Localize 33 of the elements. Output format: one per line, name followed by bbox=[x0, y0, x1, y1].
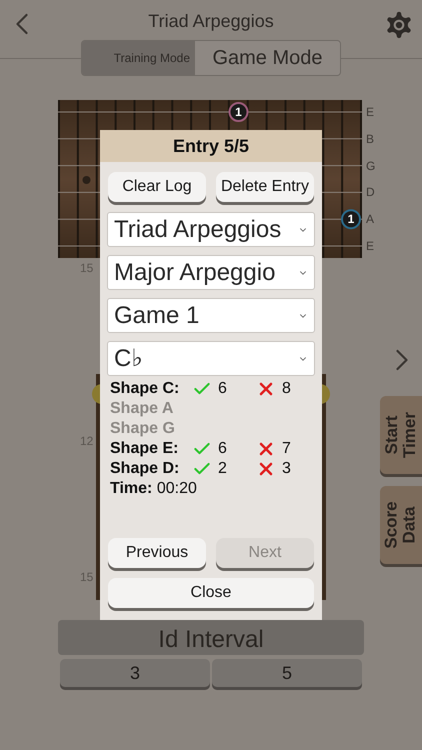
string-label: B bbox=[366, 130, 376, 147]
string-label: E bbox=[366, 104, 376, 120]
nav-button[interactable]: Previous bbox=[108, 538, 206, 568]
dialog-button[interactable]: Clear Log bbox=[108, 172, 206, 202]
select-field[interactable]: Triad Arpeggios bbox=[107, 212, 315, 247]
select-field[interactable]: Major Arpeggio bbox=[107, 255, 315, 290]
time-text: Time: 00:20 bbox=[110, 479, 198, 499]
correct-count: 6 bbox=[218, 379, 228, 399]
correct-count: 2 bbox=[218, 459, 228, 479]
string-label: A bbox=[366, 211, 376, 228]
shape-label: Shape C: bbox=[110, 379, 180, 399]
dialog-button[interactable]: Delete Entry bbox=[216, 172, 314, 202]
answer-button[interactable]: 5 bbox=[212, 659, 362, 687]
mode-tab[interactable]: Game Mode bbox=[194, 41, 340, 75]
string-label: G bbox=[366, 158, 376, 174]
prompt-bar: Id Interval bbox=[58, 620, 364, 655]
shape-label: Shape E: bbox=[110, 439, 180, 459]
correct-count: 6 bbox=[218, 439, 228, 459]
wrong-count: 7 bbox=[282, 439, 291, 459]
answer-button[interactable]: 3 bbox=[60, 659, 210, 687]
note-marker: 1 bbox=[228, 102, 248, 122]
shape-label: Shape G bbox=[110, 419, 176, 439]
close-button[interactable]: Close bbox=[108, 578, 314, 608]
dialog-title: Entry 5/5 bbox=[172, 134, 250, 158]
wrong-count: 8 bbox=[282, 379, 291, 399]
page-title: Triad Arpeggios bbox=[148, 10, 274, 33]
string-label: E bbox=[366, 238, 376, 254]
shape-label: Shape A bbox=[110, 399, 174, 419]
select-field[interactable]: C♭ bbox=[107, 341, 315, 376]
string-label: D bbox=[366, 184, 376, 200]
wrong-count: 3 bbox=[282, 459, 291, 479]
select-field[interactable]: Game 1 bbox=[107, 298, 315, 333]
shape-label: Shape D: bbox=[110, 459, 180, 479]
